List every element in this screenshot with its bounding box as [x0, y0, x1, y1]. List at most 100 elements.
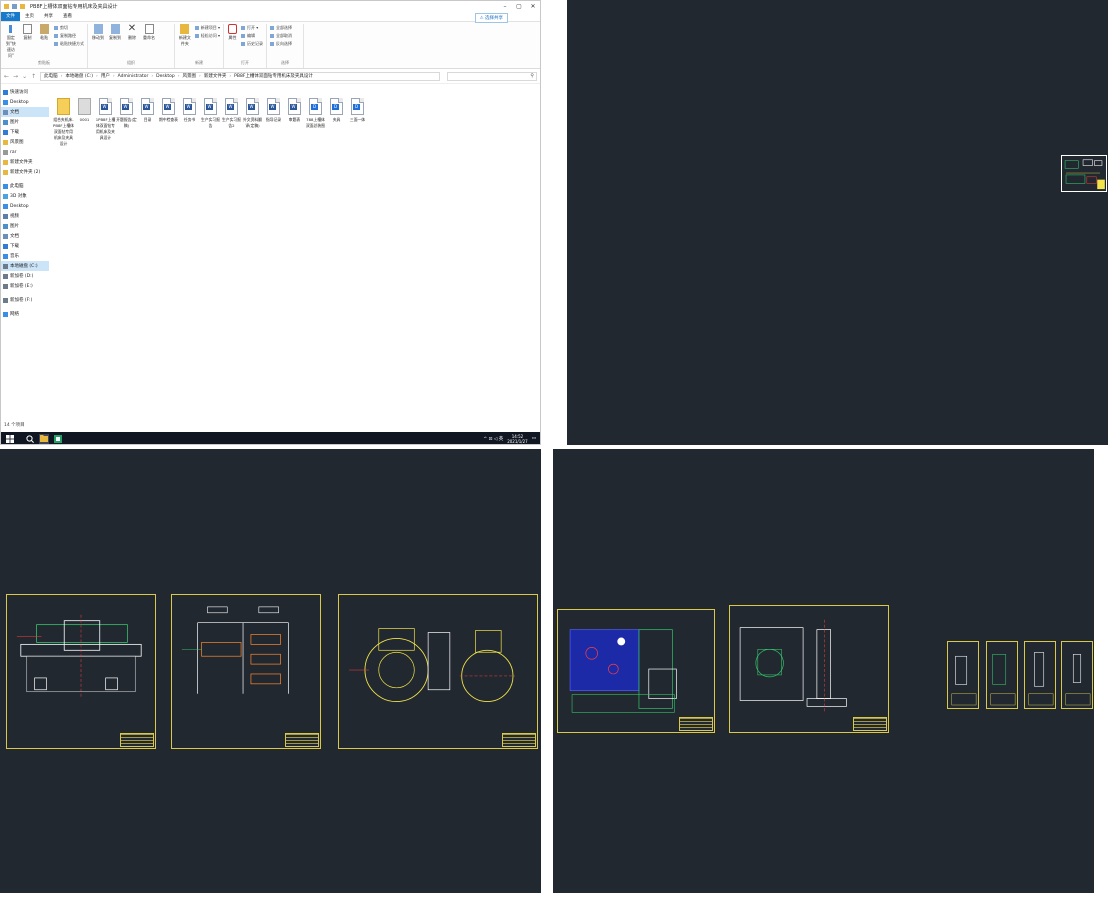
minimize-button[interactable]: –: [498, 1, 512, 12]
delete-button[interactable]: ✕ 删除: [125, 24, 139, 41]
back-arrow-icon[interactable]: ←: [4, 73, 9, 80]
select-none-button[interactable]: 全部取消: [270, 33, 292, 39]
nav-item[interactable]: 快速访问: [1, 87, 49, 97]
breadcrumb-item[interactable]: PB8F上槽体双面钻专用机床及夹具设计: [234, 73, 313, 79]
rename-button[interactable]: 重命名: [142, 24, 156, 41]
file-item[interactable]: 组合夹机床-PB8F上槽体双面钻专用机床及夹具设计: [53, 98, 74, 147]
pin-quick-access-button[interactable]: 固定到"快速访问": [4, 24, 18, 59]
ribbon-tab-2[interactable]: 共享: [39, 12, 58, 21]
breadcrumb-item[interactable]: 此电脑: [44, 73, 58, 79]
ribbon-tab-3[interactable]: 查看: [58, 12, 77, 21]
breadcrumb-item[interactable]: 风景图: [183, 73, 197, 79]
nav-item[interactable]: 文档: [1, 107, 49, 117]
windows-start-icon[interactable]: [5, 434, 15, 444]
breadcrumb-item[interactable]: 新建文件夹: [204, 73, 227, 79]
drawing-sheet-7[interactable]: [986, 641, 1018, 709]
ribbon-tab-1[interactable]: 主页: [20, 12, 39, 21]
nav-item[interactable]: 图片: [1, 221, 49, 231]
breadcrumb-item[interactable]: 本地磁盘 (C:): [65, 73, 93, 79]
invert-selection-button[interactable]: 反向选择: [270, 41, 292, 47]
drawing-sheet-4[interactable]: [557, 609, 715, 733]
app-taskbar-icon[interactable]: [53, 434, 63, 444]
nav-item[interactable]: 网络: [1, 309, 49, 319]
new-folder-button[interactable]: 新建文件夹: [178, 24, 192, 47]
share-button[interactable]: ⚠ 选择共享: [474, 13, 508, 23]
drawing-sheet-3[interactable]: [338, 594, 538, 749]
drawing-sheet-6[interactable]: [947, 641, 979, 709]
breadcrumb-item[interactable]: Desktop: [156, 74, 175, 79]
nav-item[interactable]: 新加卷 (E:): [1, 281, 49, 291]
history-button[interactable]: 历史记录: [241, 41, 263, 47]
file-item[interactable]: D 三面一体: [347, 98, 368, 147]
file-item[interactable]: W 外文资料翻译(定稿): [242, 98, 263, 147]
breadcrumb-item[interactable]: 用户: [101, 73, 110, 79]
search-icon[interactable]: [25, 434, 35, 444]
drawing-sheet-2[interactable]: [171, 594, 321, 749]
nav-item[interactable]: rar: [1, 147, 49, 157]
nav-item[interactable]: 新加卷 (D:): [1, 271, 49, 281]
cad-viewport-3[interactable]: [553, 449, 1094, 893]
file-item[interactable]: W 1PB8F上槽体双面钻专用机床及夹具设计: [95, 98, 116, 147]
nav-item[interactable]: 音乐: [1, 251, 49, 261]
file-item[interactable]: W 开题报告(定稿): [116, 98, 137, 147]
drawing-sheet-5[interactable]: [729, 605, 889, 733]
close-button[interactable]: ✕: [526, 1, 540, 12]
edit-button[interactable]: 编辑: [241, 33, 263, 39]
paste-shortcut-button[interactable]: 粘贴快捷方式: [54, 41, 84, 47]
nav-item[interactable]: 图片: [1, 117, 49, 127]
drawing-sheet-9[interactable]: [1061, 641, 1093, 709]
paste-button[interactable]: 粘贴: [37, 24, 51, 41]
nav-item[interactable]: 本地磁盘 (C:): [1, 261, 49, 271]
nav-item[interactable]: 视频: [1, 211, 49, 221]
drawing-sheet-1[interactable]: [6, 594, 156, 749]
file-item[interactable]: W 审题表: [284, 98, 305, 147]
copy-button[interactable]: 复制: [21, 24, 35, 41]
recent-chevron-icon[interactable]: ⌄: [22, 73, 27, 80]
file-item[interactable]: W 任务书: [179, 98, 200, 147]
new-folder-icon[interactable]: [20, 4, 25, 9]
file-item[interactable]: D 788上槽体双面总装图: [305, 98, 326, 147]
file-item[interactable]: W 目录: [137, 98, 158, 147]
copy-to-button[interactable]: 复制到: [108, 24, 122, 41]
open-button[interactable]: 打开 ▾: [241, 25, 263, 31]
select-all-button[interactable]: 全部选择: [270, 25, 292, 31]
maximize-button[interactable]: ▢: [512, 1, 526, 12]
tray-icons[interactable]: ^ ⊡ ◁ 英: [483, 436, 503, 442]
drawing-sheet-8[interactable]: [1024, 641, 1056, 709]
nav-item[interactable]: 文档: [1, 231, 49, 241]
ribbon-tab-0[interactable]: 文件: [1, 12, 20, 21]
nav-item[interactable]: 风景图: [1, 137, 49, 147]
nav-item[interactable]: Desktop: [1, 201, 49, 211]
cad-viewport-1[interactable]: [567, 0, 1108, 445]
properties-button[interactable]: 属性: [227, 24, 238, 41]
nav-item[interactable]: 此电脑: [1, 181, 49, 191]
file-item[interactable]: W 生产实习报告: [200, 98, 221, 147]
properties-icon[interactable]: [12, 4, 17, 9]
cad-viewport-2[interactable]: [0, 449, 541, 893]
nav-item[interactable]: 新建文件夹 (2): [1, 167, 49, 177]
file-item[interactable]: W 指导记录: [263, 98, 284, 147]
easy-access-button[interactable]: 轻松访问 ▾: [194, 33, 220, 39]
folder-icon[interactable]: [4, 4, 9, 9]
file-item[interactable]: W 期中检查表: [158, 98, 179, 147]
nav-item[interactable]: 3D 对象: [1, 191, 49, 201]
nav-item[interactable]: 下载: [1, 127, 49, 137]
notification-icon[interactable]: ▭: [532, 436, 536, 441]
copy-path-button[interactable]: 复制路径: [54, 33, 84, 39]
file-item[interactable]: D 夹具: [326, 98, 347, 147]
nav-item[interactable]: 下载: [1, 241, 49, 251]
nav-item[interactable]: Desktop: [1, 97, 49, 107]
nav-item[interactable]: 新建文件夹: [1, 157, 49, 167]
new-item-button[interactable]: 新建项目 ▾: [194, 25, 220, 31]
file-item[interactable]: W 生产实习报告2: [221, 98, 242, 147]
drawing-sheet-thumbnail[interactable]: [1061, 155, 1107, 192]
move-to-button[interactable]: 移动到: [91, 24, 105, 41]
up-arrow-icon[interactable]: ↑: [31, 73, 36, 80]
nav-item[interactable]: 新加卷 (F:): [1, 295, 49, 305]
cut-button[interactable]: 剪切: [54, 25, 84, 31]
file-item[interactable]: 0001: [74, 98, 95, 147]
breadcrumb-item[interactable]: Administrator: [118, 74, 149, 79]
address-bar[interactable]: 此电脑 › 本地磁盘 (C:) › 用户 › Administrator › Desktop › 风…: [40, 71, 441, 81]
forward-arrow-icon[interactable]: →: [13, 73, 18, 80]
file-explorer-taskbar-icon[interactable]: [39, 433, 49, 444]
